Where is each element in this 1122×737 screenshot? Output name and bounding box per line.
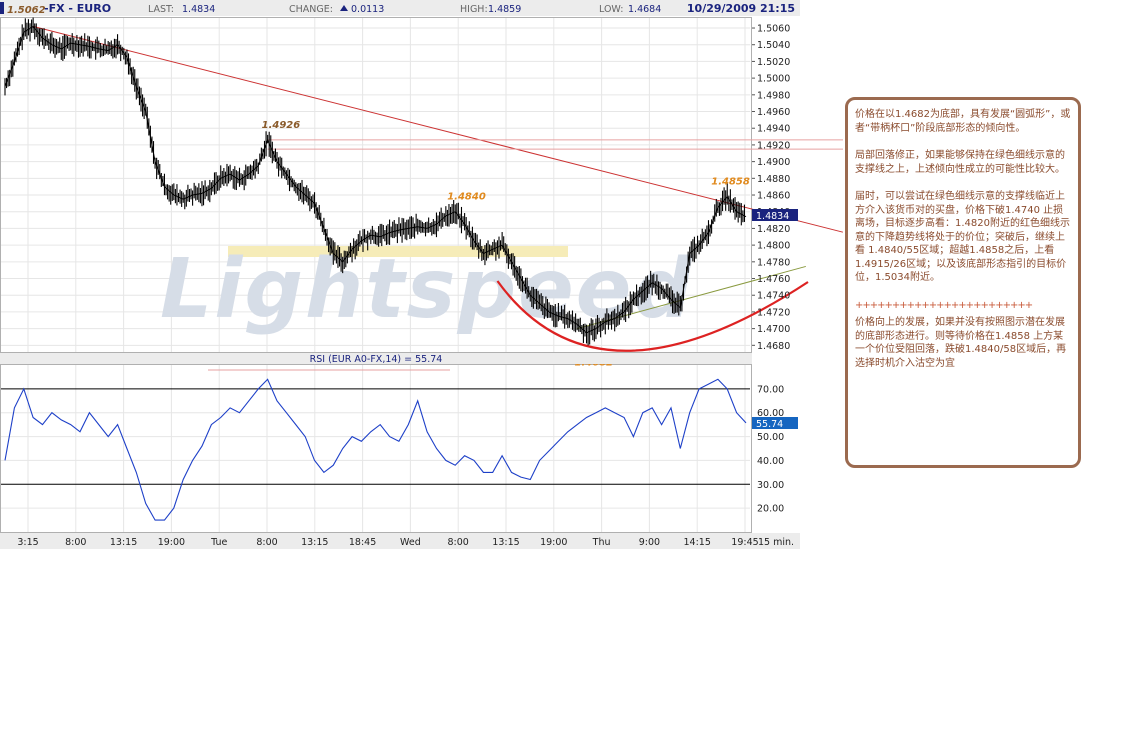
time-tick-label: 18:45 xyxy=(349,537,376,548)
price-tick-label: 1.5040 xyxy=(757,40,790,51)
price-tick-label: 1.4800 xyxy=(757,241,790,252)
last-label: LAST: xyxy=(148,4,174,15)
time-tick-label: 13:15 xyxy=(492,537,519,548)
rsi-tick-label: 70.00 xyxy=(757,384,784,395)
rsi-tick-label: 20.00 xyxy=(757,504,784,515)
price-tick-label: 1.4700 xyxy=(757,324,790,335)
time-tick-label: 14:15 xyxy=(684,537,711,548)
header-marker xyxy=(0,2,4,14)
price-tick-label: 1.4900 xyxy=(757,157,790,168)
time-tick-label: Wed xyxy=(400,537,421,548)
time-tick-label: 8:00 xyxy=(256,537,277,548)
time-tick-label: 13:15 xyxy=(110,537,137,548)
time-tick-label: 19:00 xyxy=(158,537,185,548)
time-tick-label: Tue xyxy=(210,537,227,548)
time-tick-label: 3:15 xyxy=(17,537,38,548)
header-bar xyxy=(0,0,800,16)
note-paragraph-1: 价格在以1.4682为底部，具有发展“圆弧形”，或者“带柄杯口”阶段底部形态的倾… xyxy=(855,109,1071,134)
rsi-panel xyxy=(0,364,752,533)
high-value: 1.4859 xyxy=(488,4,521,15)
price-tick-label: 1.5020 xyxy=(757,57,790,68)
rsi-title: RSI (EUR A0-FX,14) = 55.74 xyxy=(310,354,443,365)
price-tick-label: 1.5060 xyxy=(757,24,790,35)
time-tick-label: 15 min. xyxy=(758,537,794,548)
price-tick-label: 1.4760 xyxy=(757,274,790,285)
rsi-tick-label: 50.00 xyxy=(757,432,784,443)
last-value: 1.4834 xyxy=(182,4,215,15)
note-separator: ++++++++++++++++++++++++ xyxy=(855,299,1033,311)
price-tick-label: 1.5000 xyxy=(757,74,790,85)
last-price-tag-text: 1.4834 xyxy=(756,211,789,222)
price-annotation-label: 1.4926 xyxy=(262,120,301,131)
time-tick-label: 8:00 xyxy=(65,537,86,548)
price-tick-label: 1.4880 xyxy=(757,174,790,185)
time-tick-label: 19:00 xyxy=(540,537,567,548)
price-tick-label: 1.4820 xyxy=(757,224,790,235)
watermark-text: Lightspeed xyxy=(160,242,694,337)
high-label: HIGH: xyxy=(460,4,488,15)
price-tick-label: 1.4780 xyxy=(757,257,790,268)
time-tick-label: 9:00 xyxy=(639,537,660,548)
instrument-name: -FX - EURO xyxy=(44,2,111,15)
note-paragraph-4: 价格向上的发展，如果并没有按照图示潜在发展的底部形态进行。则等待价格在1.485… xyxy=(855,317,1067,369)
header-datetime: 10/29/2009 21:15 xyxy=(687,2,795,15)
low-value: 1.4684 xyxy=(628,4,661,15)
price-tick-label: 1.4680 xyxy=(757,341,790,352)
change-label: CHANGE: xyxy=(289,4,333,15)
price-tick-label: 1.4860 xyxy=(757,191,790,202)
time-tick-label: Thu xyxy=(592,537,611,548)
time-tick-label: 13:15 xyxy=(301,537,328,548)
note-paragraph-2: 局部回落修正，如果能够保持在绿色细线示意的支撑线之上，上述倾向性成立的可能性比较… xyxy=(855,150,1065,175)
price-tick-label: 1.4740 xyxy=(757,291,790,302)
price-tick-label: 1.4940 xyxy=(757,124,790,135)
low-label: LOW: xyxy=(599,4,623,15)
price-tick-label: 1.4720 xyxy=(757,307,790,318)
price-tick-label: 1.4920 xyxy=(757,140,790,151)
time-tick-label: 8:00 xyxy=(448,537,469,548)
price-annotation-label: 1.4840 xyxy=(447,192,486,203)
rsi-value-tag-text: 55.74 xyxy=(756,419,783,430)
rsi-tick-label: 40.00 xyxy=(757,456,784,467)
price-tick-label: 1.4980 xyxy=(757,90,790,101)
note-paragraph-3: 届时，可以尝试在绿色细线示意的支撑线临近上方介入该货币对的买盘，价格下破1.47… xyxy=(855,191,1070,283)
high-start-label: 1.5062 xyxy=(7,5,46,16)
time-tick-label: 19:45 xyxy=(731,537,758,548)
analysis-note: 价格在以1.4682为底部，具有发展“圆弧形”，或者“带柄杯口”阶段底部形态的倾… xyxy=(845,97,1081,468)
price-annotation-label: 1.4858 xyxy=(711,177,750,188)
change-value: 0.0113 xyxy=(351,4,384,15)
price-tick-label: 1.4960 xyxy=(757,107,790,118)
rsi-tick-label: 30.00 xyxy=(757,480,784,491)
